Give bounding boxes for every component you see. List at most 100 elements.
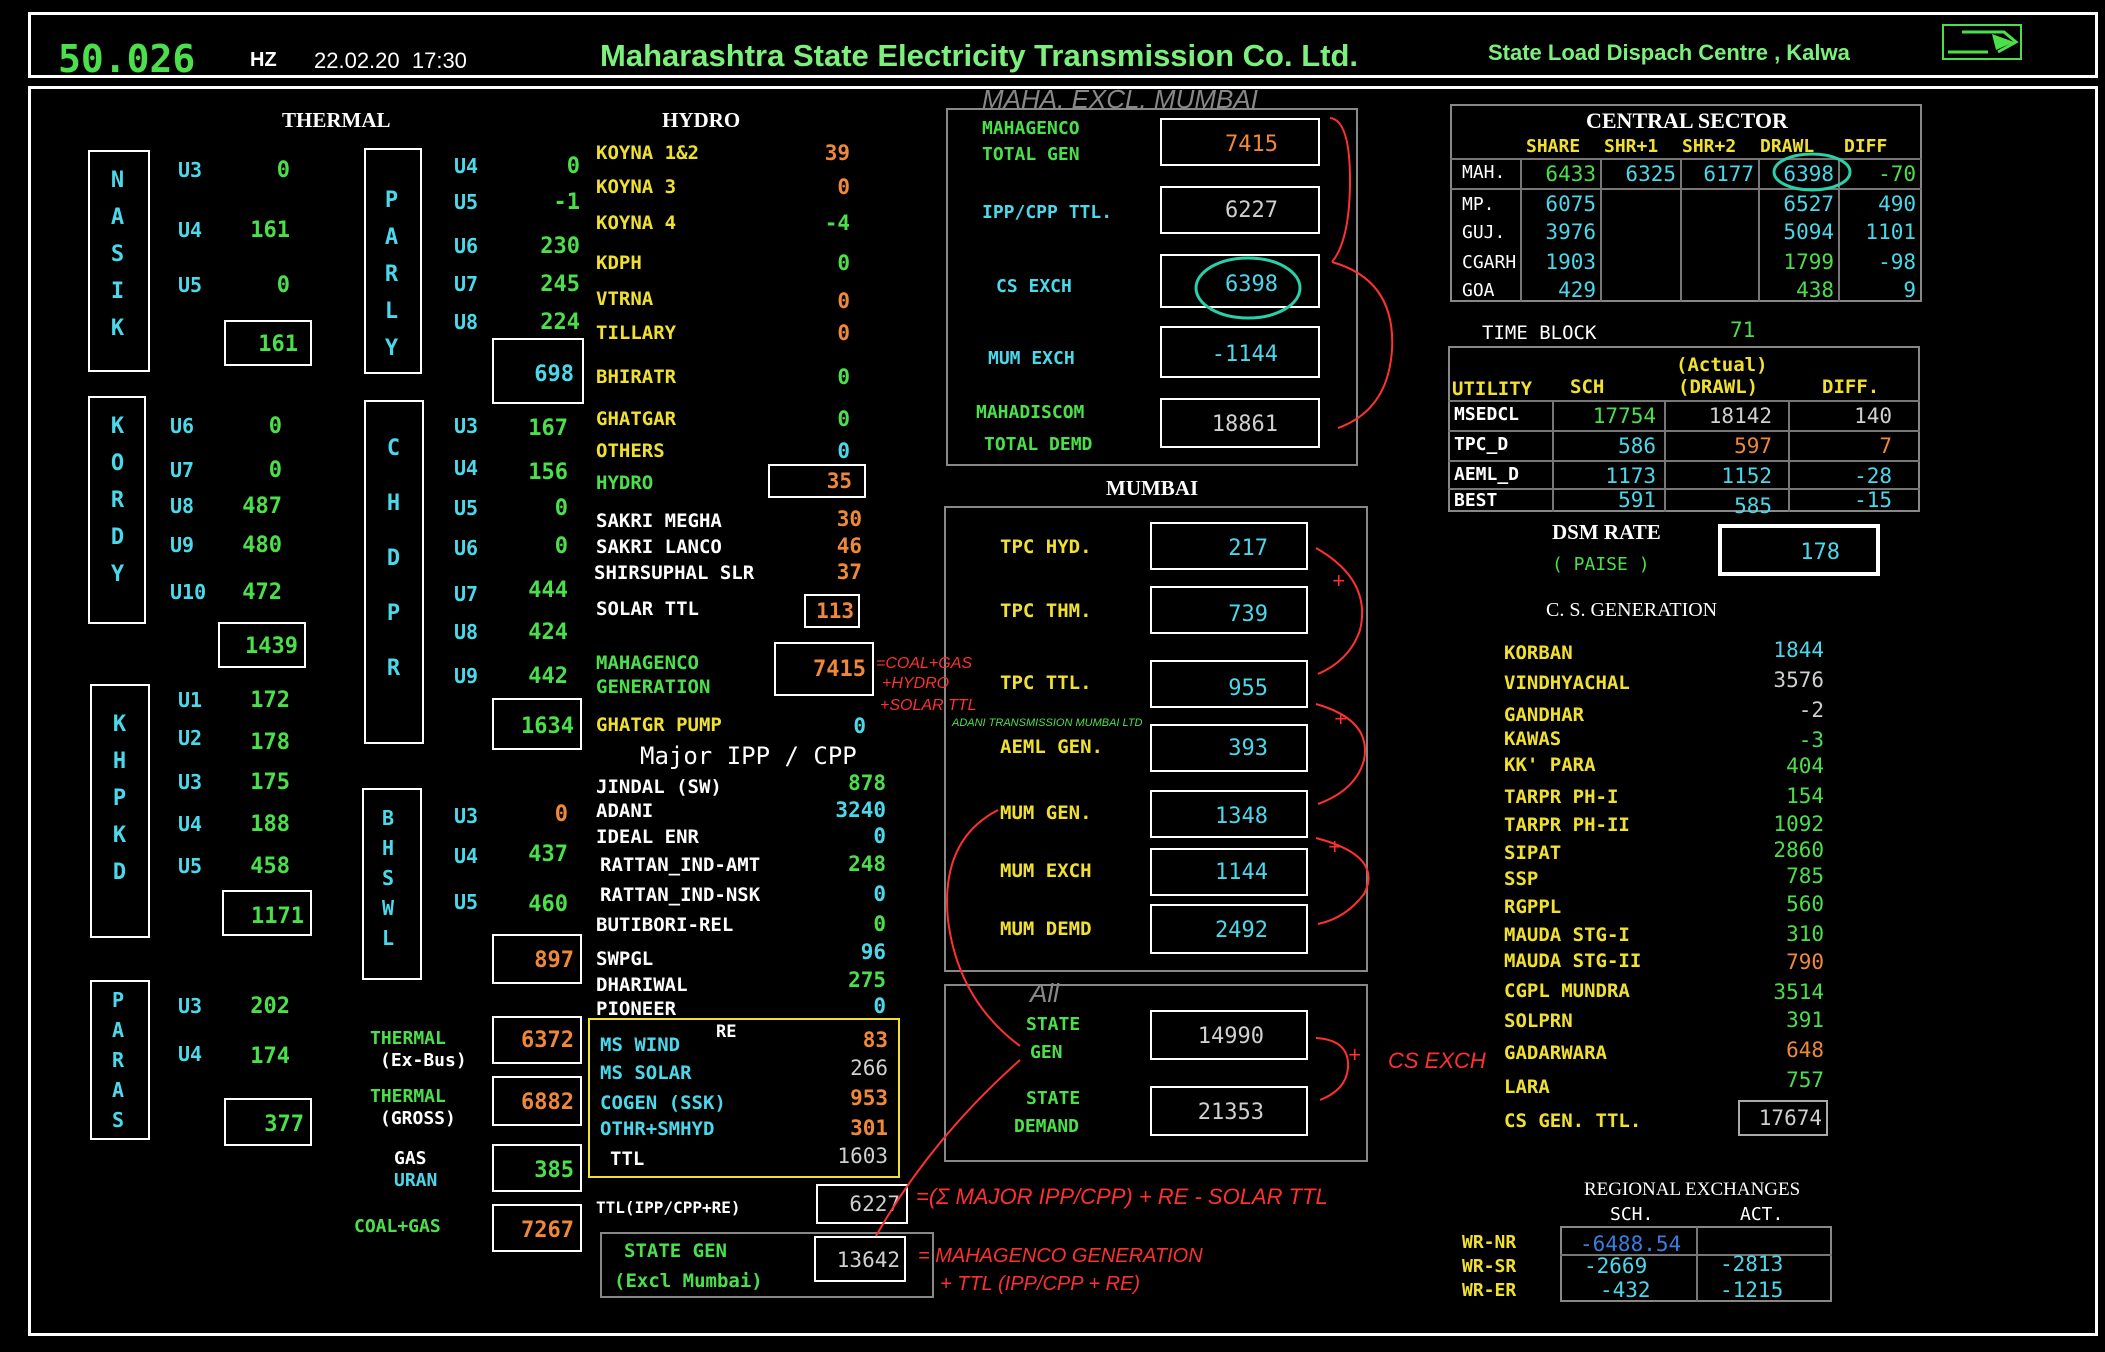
arrow-icon[interactable] [1942, 24, 2022, 60]
cs-guj-diff: 1101 [1865, 220, 1916, 244]
chandrapur-label: CHDPR [381, 436, 406, 711]
mumbai-tpc-ttl-label: TPC TTL. [1000, 672, 1092, 694]
note-plus-3: + [1328, 834, 1341, 859]
paras-u4-label: U4 [178, 1042, 203, 1066]
koradi-u7-label: U7 [170, 458, 195, 482]
mumbai-title: MUMBAI [1106, 476, 1199, 500]
maha-mum-exch-label: MUM EXCH [988, 348, 1075, 369]
koradi-u10-label: U10 [170, 580, 207, 604]
maha-mahagenco-label2: TOTAL GEN [982, 144, 1080, 165]
cs-mah-drawl: 6398 [1783, 162, 1834, 186]
cs-goa-diff: 9 [1903, 278, 1916, 302]
chdpr-u3-value: 167 [528, 416, 568, 441]
reg-wrer-sch: -432 [1600, 1278, 1651, 1302]
cs-col-shr2: SHR+2 [1682, 136, 1737, 157]
ipp-rattan-nsk-value: 0 [873, 882, 886, 906]
mumbai-tpc-thm-value: 739 [1228, 602, 1268, 627]
cs-mah-shr2: 6177 [1703, 162, 1754, 186]
csgen-solprn-name: SOLPRN [1504, 1010, 1573, 1032]
hydro-total-label: HYDRO [596, 472, 654, 494]
util-tpcd-sch: 586 [1618, 434, 1656, 458]
hydro-kdph-name: KDPH [596, 252, 642, 274]
csgen-tarpr1-value: 154 [1786, 784, 1824, 808]
cs-guj-name: GUJ. [1462, 222, 1506, 243]
re-ttl-value: 1603 [837, 1144, 888, 1168]
mumbai-mum-gen-label: MUM GEN. [1000, 802, 1092, 824]
khpkd-total: 1171 [251, 904, 304, 929]
reg-wrnr-name: WR-NR [1462, 1232, 1517, 1253]
re-mssolar-name: MS SOLAR [600, 1062, 692, 1084]
dsm-value: 178 [1800, 540, 1840, 565]
maha-mum-exch-value: -1144 [1211, 342, 1278, 367]
cs-mp-drawl: 6527 [1783, 192, 1834, 216]
parly-u4-label: U4 [454, 154, 479, 178]
state-demand-value: 21353 [1197, 1100, 1264, 1125]
re-title: RE [716, 1022, 737, 1042]
bhswl-u4-label: U4 [454, 844, 479, 868]
util-tpcd-diff: 7 [1879, 434, 1892, 458]
re-cogen-value: 953 [850, 1086, 888, 1110]
parly-u5-label: U5 [454, 190, 479, 214]
gas-value: 385 [534, 1158, 574, 1183]
util-best-name: BEST [1454, 490, 1498, 511]
util-best-act: 585 [1734, 494, 1772, 518]
ipp-swpgl-name: SWPGL [596, 948, 654, 970]
maha-annotation: MAHA. EXCL. MUMBAI [982, 84, 1258, 114]
chdpr-u5-value: 0 [554, 496, 568, 521]
cs-mah-share: 6433 [1545, 162, 1596, 186]
csgen-kawas-value: -3 [1798, 728, 1824, 752]
mumbai-tpc-hyd-value: 217 [1228, 536, 1268, 561]
reg-wrsr-name: WR-SR [1462, 1256, 1517, 1277]
regional-col-act: ACT. [1740, 1204, 1784, 1225]
khpkd-u3-value: 175 [250, 770, 290, 795]
csgen-cgpl-name: CGPL MUNDRA [1504, 980, 1630, 1002]
util-aemld-sch: 1173 [1605, 464, 1656, 488]
re-mswind-name: MS WIND [600, 1034, 681, 1056]
ipp-rattan-nsk-name: RATTAN_IND-NSK [600, 884, 761, 906]
note-all: All [1030, 978, 1059, 1008]
mumbai-tpc-hyd-label: TPC HYD. [1000, 536, 1092, 558]
bhswl-u5-label: U5 [454, 890, 479, 914]
cs-cgarh-diff: -98 [1878, 250, 1916, 274]
solar-sakri-megha-name: SAKRI MEGHA [596, 510, 722, 532]
maha-cs-exch-label: CS EXCH [996, 276, 1072, 297]
koradi-u10-value: 472 [242, 580, 282, 605]
gas-label1: GAS [394, 1148, 427, 1169]
ipp-adani-name: ADANI [596, 800, 654, 822]
csgen-tarpr2-name: TARPR PH-II [1504, 814, 1630, 836]
khaperkheda-label: KHPKD [107, 712, 132, 897]
maha-discom-label2: TOTAL DEMD [984, 434, 1093, 455]
nasik-u5-value: 0 [276, 273, 290, 298]
hydro-tillary-name: TILLARY [596, 322, 677, 344]
khpkd-u4-value: 188 [250, 812, 290, 837]
hydro-ghatgar-name: GHATGAR [596, 408, 677, 430]
cs-mp-share: 6075 [1545, 192, 1596, 216]
thermal-gross-label1: THERMAL [370, 1086, 446, 1107]
frequency-unit: HZ [250, 49, 277, 71]
ttl-ipp-label: TTL(IPP/CPP+RE) [596, 1198, 741, 1217]
paras-u4-value: 174 [250, 1044, 290, 1069]
reg-vline-1 [1696, 1226, 1698, 1302]
nasik-u3-label: U3 [178, 158, 203, 182]
note-ttl-formula: =(Σ MAJOR IPP/CPP) + RE - SOLAR TTL [916, 1184, 1328, 1209]
chdpr-u5-label: U5 [454, 496, 479, 520]
thermal-gross-value: 6882 [521, 1090, 574, 1115]
koradi-u8-label: U8 [170, 494, 195, 518]
solar-ttl-value: 113 [816, 599, 854, 623]
koradi-label: KORDY [105, 414, 130, 599]
cs-col-share: SHARE [1526, 136, 1581, 157]
reg-wrer-name: WR-ER [1462, 1280, 1517, 1301]
ipp-pioneer-value: 0 [873, 994, 886, 1018]
csgen-sipat-value: 2860 [1773, 838, 1824, 862]
cs-goa-name: GOA [1462, 280, 1495, 301]
csgen-tarpr1-name: TARPR PH-I [1504, 786, 1619, 808]
parly-u8-label: U8 [454, 310, 479, 334]
frequency-value: 50.026 [58, 37, 196, 81]
csgen-ssp-value: 785 [1786, 864, 1824, 888]
chdpr-u6-value: 0 [554, 534, 568, 559]
maha-mahagenco-value: 7415 [1225, 132, 1278, 157]
cs-guj-share: 3976 [1545, 220, 1596, 244]
ghatgr-pump-label: GHATGR PUMP [596, 714, 722, 736]
cs-goa-share: 429 [1558, 278, 1596, 302]
util-best-diff: -15 [1854, 488, 1892, 512]
